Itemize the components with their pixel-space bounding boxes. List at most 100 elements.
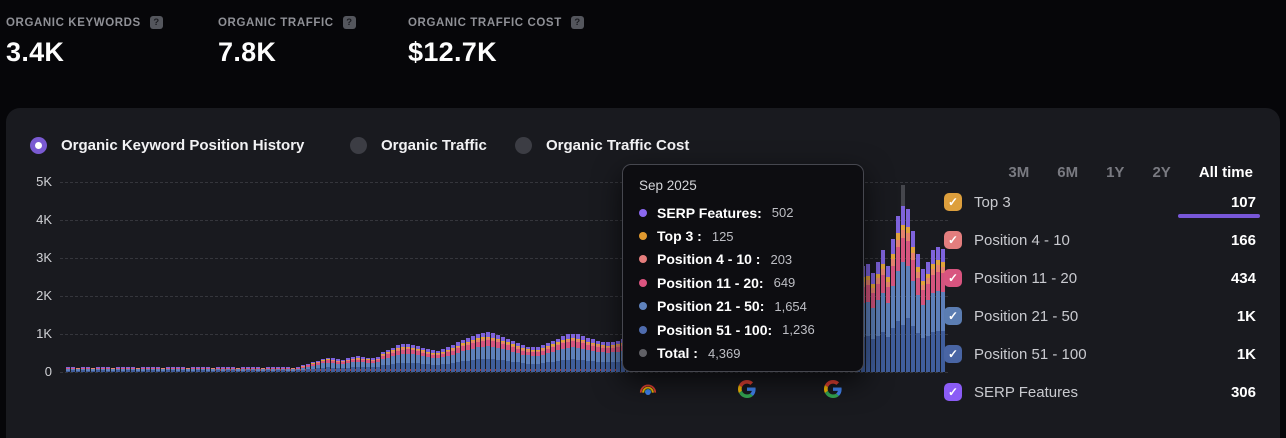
stacked-bar[interactable] [591,339,595,372]
stacked-bar[interactable] [501,337,505,372]
stacked-bar[interactable] [436,351,440,372]
stacked-bar[interactable] [561,336,565,372]
stacked-bar[interactable] [606,342,610,372]
stacked-bar[interactable] [576,334,580,372]
stacked-bar[interactable] [196,367,200,372]
stacked-bar[interactable] [446,347,450,372]
stacked-bar[interactable] [426,349,430,372]
question-mark-icon[interactable]: ? [571,16,584,29]
stacked-bar[interactable] [371,358,375,372]
stacked-bar[interactable] [176,367,180,372]
stacked-bar[interactable] [96,367,100,372]
stacked-bar[interactable] [236,368,240,372]
stacked-bar[interactable] [286,367,290,372]
stacked-bar[interactable] [596,341,600,372]
stacked-bar[interactable] [151,367,155,372]
checkbox-checked-icon[interactable]: ✓ [944,231,962,249]
stacked-bar[interactable] [871,273,875,372]
stacked-bar[interactable] [926,262,930,372]
legend-row-position-51-100[interactable]: ✓Position 51 - 1001K [944,335,1256,373]
stacked-bar[interactable] [211,368,215,372]
stacked-bar[interactable] [331,358,335,372]
stacked-bar[interactable] [101,367,105,372]
stacked-bar[interactable] [81,367,85,372]
stacked-bar[interactable] [916,254,920,372]
legend-row-position-4-10[interactable]: ✓Position 4 - 10166 [944,221,1256,259]
stacked-bar[interactable] [251,367,255,372]
stacked-bar[interactable] [531,347,535,372]
tab-3m[interactable]: 3M [1008,164,1029,181]
stacked-bar[interactable] [261,368,265,372]
stacked-bar[interactable] [356,356,360,372]
stacked-bar[interactable] [911,231,915,372]
stacked-bar[interactable] [66,367,70,372]
stacked-bar[interactable] [156,367,160,372]
stacked-bar[interactable] [116,367,120,372]
stacked-bar[interactable] [891,239,895,372]
checkbox-checked-icon[interactable]: ✓ [944,383,962,401]
stacked-bar[interactable] [546,343,550,372]
stacked-bar[interactable] [406,344,410,372]
radio-organic-traffic[interactable]: Organic Traffic [350,137,487,154]
stacked-bar[interactable] [281,367,285,372]
stacked-bar[interactable] [111,368,115,372]
stacked-bar[interactable] [171,367,175,372]
stacked-bar[interactable] [506,339,510,372]
stacked-bar[interactable] [526,347,530,372]
stacked-bar[interactable] [226,367,230,372]
stacked-bar[interactable] [301,365,305,372]
stacked-bar[interactable] [601,342,605,372]
stacked-bar[interactable] [376,357,380,372]
stacked-bar[interactable] [241,367,245,372]
stacked-bar[interactable] [411,345,415,372]
google-icon[interactable] [738,380,756,398]
stacked-bar[interactable] [511,341,515,372]
stacked-bar[interactable] [451,345,455,372]
stacked-bar[interactable] [456,342,460,372]
stacked-bar[interactable] [246,367,250,372]
stacked-bar[interactable] [91,368,95,372]
checkbox-checked-icon[interactable]: ✓ [944,193,962,211]
stacked-bar[interactable] [231,367,235,372]
stacked-bar[interactable] [361,357,365,372]
stacked-bar[interactable] [326,358,330,372]
checkbox-checked-icon[interactable]: ✓ [944,345,962,363]
stacked-bar[interactable] [76,368,80,372]
stacked-bar[interactable] [191,367,195,372]
stacked-bar[interactable] [316,361,320,372]
tab-all-time[interactable]: All time [1199,164,1253,181]
algorithm-update-rainbow-icon[interactable] [639,380,657,398]
stacked-bar[interactable] [476,334,480,372]
stacked-bar[interactable] [141,367,145,372]
stacked-bar[interactable] [201,367,205,372]
stacked-bar[interactable] [386,350,390,372]
stacked-bar[interactable] [266,367,270,372]
stacked-bar[interactable] [71,367,75,372]
stacked-bar[interactable] [291,368,295,372]
legend-row-position-21-50[interactable]: ✓Position 21 - 501K [944,297,1256,335]
stacked-bar[interactable] [551,341,555,372]
stacked-bar[interactable] [471,336,475,372]
stacked-bar[interactable] [581,336,585,372]
stacked-bar[interactable] [216,367,220,372]
stacked-bar[interactable] [131,367,135,372]
checkbox-checked-icon[interactable]: ✓ [944,269,962,287]
stacked-bar[interactable] [521,345,525,372]
tab-2y[interactable]: 2Y [1152,164,1170,181]
stacked-bar[interactable] [336,359,340,372]
stacked-bar[interactable] [896,216,900,372]
stacked-bar[interactable] [181,367,185,372]
stacked-bar[interactable] [616,341,620,372]
stacked-bar[interactable] [106,367,110,372]
stacked-bar[interactable] [491,333,495,372]
stacked-bar[interactable] [516,343,520,372]
stacked-bar[interactable] [556,339,560,372]
question-mark-icon[interactable]: ? [343,16,356,29]
stacked-bar[interactable] [186,368,190,372]
legend-row-serp-features[interactable]: ✓SERP Features306 [944,373,1256,411]
stacked-bar[interactable] [161,368,165,372]
stacked-bar[interactable] [296,367,300,372]
stacked-bar[interactable] [466,338,470,372]
stacked-bar[interactable] [126,367,130,372]
checkbox-checked-icon[interactable]: ✓ [944,307,962,325]
